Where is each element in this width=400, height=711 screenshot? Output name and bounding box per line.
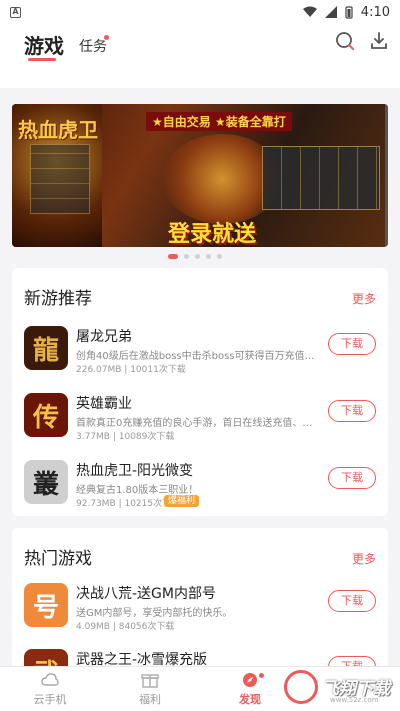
game-row[interactable]: 叢 热血虎卫-阳光微变 经典复古1.80版本三职业！ 92.73MB | 102… — [12, 460, 388, 518]
nav-label: 云手机 — [33, 693, 67, 706]
cloud-icon — [41, 673, 59, 686]
download-manager-icon[interactable] — [368, 30, 390, 52]
tab-indicator — [28, 58, 56, 61]
tab-tasks[interactable]: 任务 — [79, 36, 107, 56]
banner-tagline: ★自由交易 ★装备全靠打 — [146, 112, 292, 131]
banner-inventory-grid — [262, 146, 380, 210]
section-title: 新游推荐 — [24, 289, 92, 309]
game-downloads: 10011次下载 — [130, 365, 186, 375]
watermark-url: www.52z.com — [330, 696, 379, 704]
pager-dot[interactable] — [195, 254, 200, 259]
download-button[interactable]: 下载 — [328, 400, 376, 422]
watermark-ring-icon — [284, 670, 318, 704]
pager-dot[interactable] — [206, 254, 211, 259]
banner-game-title: 热血虎卫 — [18, 118, 98, 142]
download-button[interactable]: 下载 — [328, 467, 376, 489]
game-icon: 号 — [24, 583, 68, 627]
game-icon: 传 — [24, 393, 68, 437]
game-size: 4.09MB — [76, 622, 110, 632]
game-row[interactable]: 传 英雄霸业 首款真正0充赚充值的良心手游，首日在线送充值、升级… 3.77MB… — [12, 393, 388, 451]
nav-label: 发现 — [239, 693, 261, 706]
game-meta: 226.07MB | 10011次下载 — [76, 365, 186, 375]
pager-dot[interactable] — [168, 254, 178, 259]
hot-games-section: 热门游戏 更多 号 决战八荒-送GM内部号 送GM内部号，享受内部托的快乐。 4… — [12, 528, 388, 673]
nav-label: 福利 — [139, 693, 161, 706]
game-name: 决战八荒-送GM内部号 — [76, 586, 216, 602]
gift-icon — [141, 674, 159, 688]
status-time: 4:10 — [360, 4, 390, 20]
battery-icon — [345, 5, 353, 19]
more-link[interactable]: 更多 — [352, 290, 376, 307]
promo-banner[interactable]: 热血虎卫 ★自由交易 ★装备全靠打 登录就送 — [12, 104, 388, 247]
search-icon[interactable] — [334, 30, 356, 52]
game-icon: 叢 — [24, 460, 68, 504]
welfare-tag: 爆福利 — [164, 495, 200, 507]
game-size: 92.73MB — [76, 499, 116, 509]
status-bar: A 4:10 — [0, 0, 400, 24]
game-meta: 3.77MB | 10089次下载 — [76, 432, 175, 442]
discover-icon — [243, 673, 257, 687]
game-row[interactable]: 龍 屠龙兄弟 创角40级后在激战boss中击杀boss可获得百万充值卡。 226… — [12, 326, 388, 384]
nav-badge — [259, 673, 264, 678]
more-link[interactable]: 更多 — [352, 550, 376, 567]
tab-games[interactable]: 游戏 — [24, 30, 64, 59]
game-name: 英雄霸业 — [76, 396, 132, 412]
tab-tasks-badge — [104, 35, 109, 40]
game-desc: 经典复古1.80版本三职业！ — [76, 485, 199, 496]
nav-cloud-phone[interactable]: 云手机 — [20, 671, 80, 707]
watermark-logo: 飞翔下载 www.52z.com — [284, 668, 394, 708]
game-name: 热血虎卫-阳光微变 — [76, 463, 194, 479]
game-desc: 首款真正0充赚充值的良心手游，首日在线送充值、升级… — [76, 418, 316, 429]
top-bar: 游戏 任务 — [0, 24, 400, 88]
signal-icon — [324, 6, 337, 18]
pager-dot[interactable] — [184, 254, 189, 259]
game-meta: 4.09MB | 84056次下载 — [76, 622, 175, 632]
section-title: 热门游戏 — [24, 549, 92, 569]
a-notification-icon: A — [10, 6, 21, 18]
game-downloads: 84056次下载 — [118, 622, 175, 632]
banner-pager — [168, 254, 222, 259]
game-size: 3.77MB — [76, 432, 110, 442]
game-name: 屠龙兄弟 — [76, 329, 132, 345]
download-button[interactable]: 下载 — [328, 590, 376, 612]
game-downloads: 10089次下载 — [118, 432, 175, 442]
banner-edge — [385, 104, 388, 247]
new-games-section: 新游推荐 更多 龍 屠龙兄弟 创角40级后在激战boss中击杀boss可获得百万… — [12, 268, 388, 516]
game-desc: 创角40级后在激战boss中击杀boss可获得百万充值卡。 — [76, 351, 316, 362]
banner-cta: 登录就送 — [168, 221, 257, 247]
game-size: 226.07MB — [76, 365, 122, 375]
wifi-icon — [302, 6, 317, 17]
banner-inventory-left — [30, 144, 90, 214]
game-row[interactable]: 号 决战八荒-送GM内部号 送GM内部号，享受内部托的快乐。 4.09MB | … — [12, 583, 388, 641]
pager-dot[interactable] — [217, 254, 222, 259]
nav-discover[interactable]: 发现 — [220, 671, 280, 707]
download-button[interactable]: 下载 — [328, 333, 376, 355]
nav-welfare[interactable]: 福利 — [120, 671, 180, 707]
game-desc: 送GM内部号，享受内部托的快乐。 — [76, 608, 233, 619]
game-icon: 龍 — [24, 326, 68, 370]
